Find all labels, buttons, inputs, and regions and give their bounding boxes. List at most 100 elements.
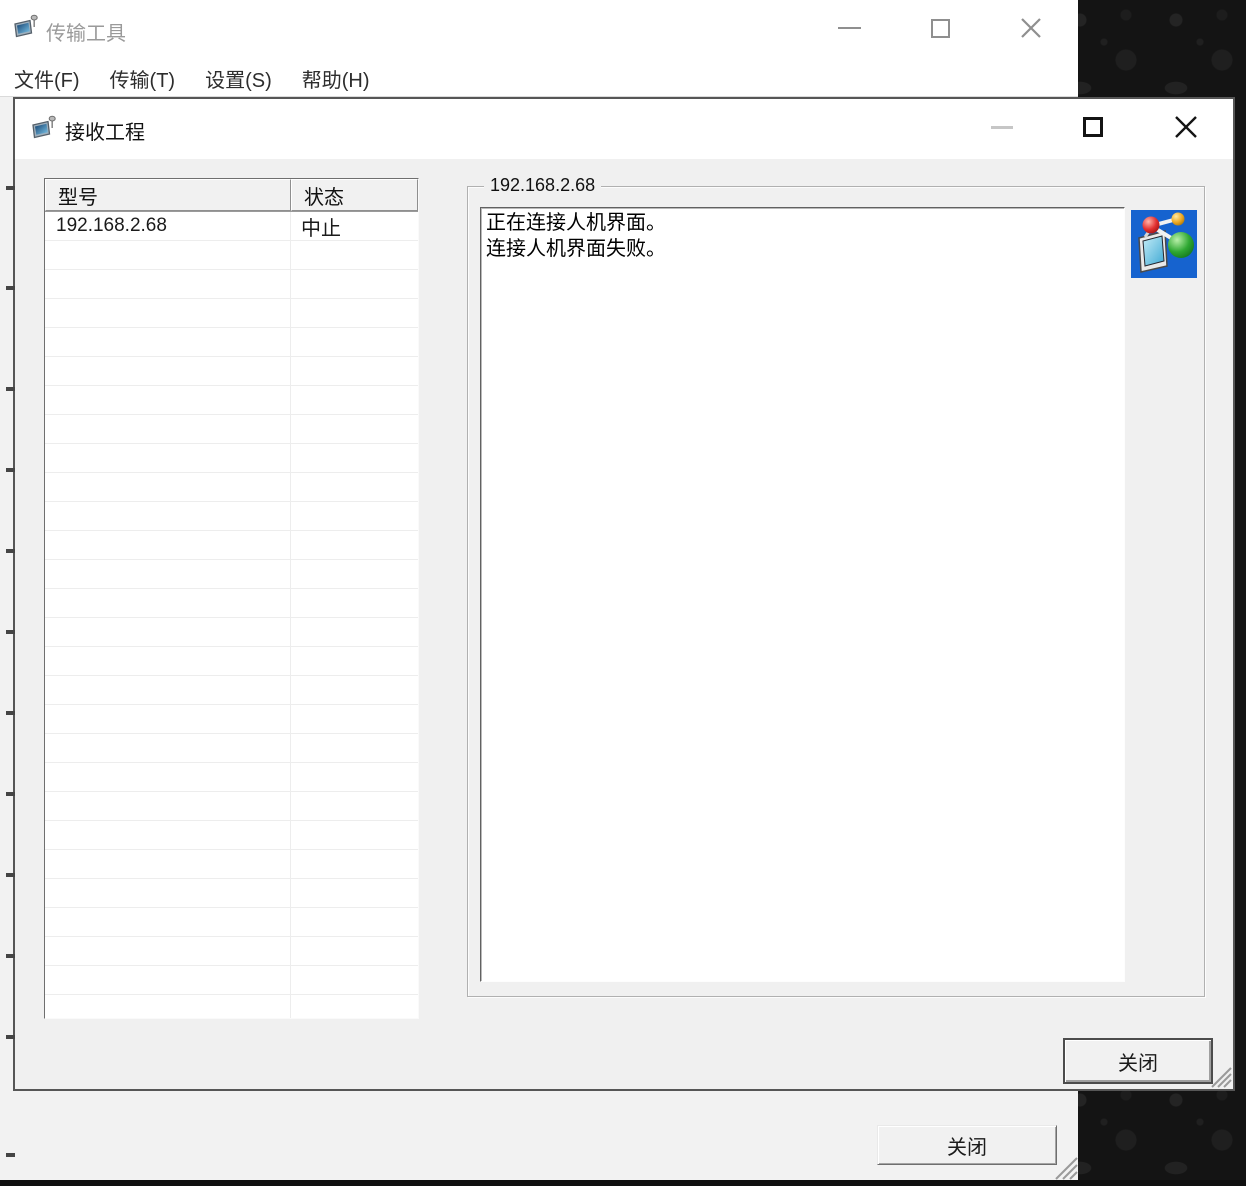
cell-model — [45, 589, 291, 617]
cell-model — [45, 241, 291, 269]
table-row[interactable] — [45, 328, 418, 357]
log-line: 连接人机界面失败。 — [486, 236, 1119, 262]
maximize-icon — [1083, 117, 1103, 137]
cell-status: 中止 — [291, 212, 418, 240]
table-row[interactable] — [45, 357, 418, 386]
menu-file[interactable]: 文件(F) — [14, 64, 80, 93]
edge-artifact-tick — [6, 954, 15, 958]
close-button[interactable] — [1009, 4, 1053, 52]
cell-model — [45, 995, 291, 1019]
main-close-button[interactable]: 关闭 — [877, 1125, 1057, 1165]
table-row[interactable] — [45, 995, 418, 1019]
table-row[interactable] — [45, 502, 418, 531]
cell-status — [291, 241, 418, 269]
close-icon — [1020, 17, 1042, 39]
table-row[interactable] — [45, 734, 418, 763]
screen-bottom-edge — [0, 1180, 1246, 1186]
menu-transfer[interactable]: 传输(T) — [110, 64, 176, 93]
table-row[interactable] — [45, 792, 418, 821]
hmi-device-icon — [1131, 210, 1197, 278]
edge-artifact-tick — [6, 468, 15, 472]
table-row[interactable] — [45, 473, 418, 502]
cell-status — [291, 502, 418, 530]
cell-status — [291, 676, 418, 704]
cell-status — [291, 850, 418, 878]
minimize-icon — [991, 126, 1013, 129]
cell-status — [291, 908, 418, 936]
menu-help[interactable]: 帮助(H) — [302, 64, 370, 93]
cell-status — [291, 444, 418, 472]
edge-artifact-tick — [6, 873, 15, 877]
app-icon — [13, 14, 41, 42]
cell-model — [45, 821, 291, 849]
cell-status — [291, 531, 418, 559]
menu-settings[interactable]: 设置(S) — [205, 64, 272, 93]
table-row[interactable] — [45, 299, 418, 328]
cell-model — [45, 299, 291, 327]
column-header-status[interactable]: 状态 — [291, 179, 418, 211]
cell-model — [45, 473, 291, 501]
minimize-icon — [838, 27, 861, 29]
table-row[interactable] — [45, 618, 418, 647]
table-row[interactable] — [45, 531, 418, 560]
column-header-model[interactable]: 型号 — [45, 179, 291, 211]
dialog-minimize-button[interactable] — [980, 103, 1024, 151]
dialog-close-action-button[interactable]: 关闭 — [1063, 1038, 1213, 1084]
edge-artifact-tick — [6, 186, 15, 190]
table-row[interactable] — [45, 270, 418, 299]
resize-grip-icon[interactable] — [1208, 1066, 1232, 1088]
table-row[interactable] — [45, 444, 418, 473]
cell-status — [291, 647, 418, 675]
device-table: 型号 状态 192.168.2.68中止 — [44, 178, 419, 1019]
table-row[interactable] — [45, 850, 418, 879]
cell-model — [45, 618, 291, 646]
resize-grip-icon[interactable] — [1052, 1156, 1078, 1180]
table-header: 型号 状态 — [45, 179, 418, 212]
window-title: 传输工具 — [46, 17, 126, 46]
dialog-close-button[interactable] — [1164, 103, 1208, 151]
minimize-button[interactable] — [827, 4, 871, 52]
cell-model — [45, 270, 291, 298]
table-row[interactable] — [45, 908, 418, 937]
table-row[interactable] — [45, 647, 418, 676]
table-row[interactable] — [45, 705, 418, 734]
cell-model — [45, 676, 291, 704]
cell-status — [291, 937, 418, 965]
table-row[interactable] — [45, 763, 418, 792]
cell-status — [291, 386, 418, 414]
table-row[interactable] — [45, 879, 418, 908]
table-row[interactable] — [45, 966, 418, 995]
table-row[interactable]: 192.168.2.68中止 — [45, 212, 418, 241]
table-row[interactable] — [45, 241, 418, 270]
cell-model — [45, 734, 291, 762]
cell-model — [45, 792, 291, 820]
cell-model — [45, 386, 291, 414]
maximize-button[interactable] — [918, 4, 962, 52]
dialog-title: 接收工程 — [65, 116, 145, 145]
main-titlebar[interactable]: 传输工具 — [0, 0, 1078, 60]
cell-model — [45, 937, 291, 965]
transfer-log-area[interactable]: 正在连接人机界面。 连接人机界面失败。 — [480, 207, 1125, 982]
table-row[interactable] — [45, 676, 418, 705]
dialog-titlebar[interactable]: 接收工程 — [15, 99, 1233, 159]
cell-model — [45, 705, 291, 733]
menu-bar: 文件(F) 传输(T) 设置(S) 帮助(H) — [0, 60, 1078, 97]
dialog-maximize-button[interactable] — [1071, 103, 1115, 151]
group-box-label: 192.168.2.68 — [484, 175, 601, 196]
cell-status — [291, 589, 418, 617]
edge-artifact-tick — [6, 1035, 15, 1039]
close-icon — [1174, 115, 1198, 139]
table-row[interactable] — [45, 560, 418, 589]
cell-model — [45, 560, 291, 588]
table-row[interactable] — [45, 386, 418, 415]
table-row[interactable] — [45, 821, 418, 850]
table-row[interactable] — [45, 589, 418, 618]
cell-model — [45, 908, 291, 936]
cell-model — [45, 647, 291, 675]
table-row[interactable] — [45, 415, 418, 444]
cell-model — [45, 763, 291, 791]
table-row[interactable] — [45, 937, 418, 966]
cell-status — [291, 879, 418, 907]
edge-artifact-tick — [6, 630, 15, 634]
cell-status — [291, 473, 418, 501]
